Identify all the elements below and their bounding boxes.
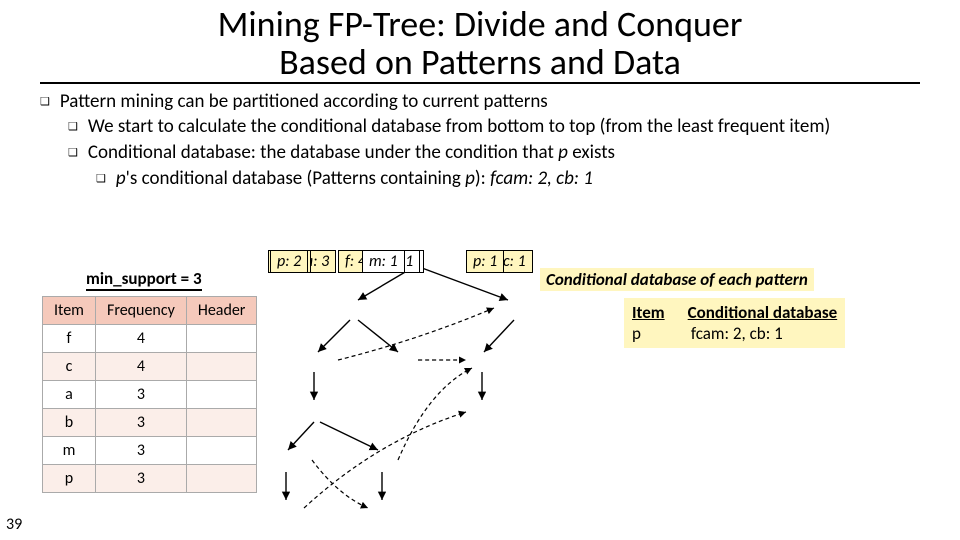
bullet-2: ❑Conditional database: the database unde… — [96, 141, 920, 165]
table-row: a3 — [43, 381, 257, 409]
bullet-3: ❑p's conditional database (Patterns cont… — [124, 167, 920, 191]
cond-db-table: Item Conditional database p fcam: 2, cb:… — [624, 298, 845, 348]
cond-col-item: Item — [632, 302, 665, 323]
col-header: Header — [186, 297, 257, 325]
tree-edges — [258, 250, 618, 540]
fp-tree: {} f: 4 c: 1 c: 3 b: 1 b: 1 a: 3 p: 1 m:… — [258, 250, 618, 540]
cond-row-item: p — [632, 323, 641, 344]
col-freq: Frequency — [95, 297, 186, 325]
page-number: 39 — [6, 515, 22, 534]
cond-col-db: Conditional database — [688, 302, 838, 323]
col-item: Item — [43, 297, 96, 325]
node-m1: m: 1 — [362, 250, 405, 273]
table-row: f4 — [43, 325, 257, 353]
bullet-1: ❑We start to calculate the conditional d… — [96, 115, 920, 139]
title-line2: Based on Patterns and Data — [279, 40, 681, 84]
table-row: c4 — [43, 353, 257, 381]
table-row: m3 — [43, 437, 257, 465]
body-text: ❑Pattern mining can be partitioned accor… — [0, 90, 960, 191]
slide-title: Mining FP-Tree: Divide and Conquer Based… — [0, 0, 960, 82]
cond-db-title: Conditional database of each pattern — [540, 268, 814, 291]
table-row: p3 — [43, 465, 257, 493]
min-support-label: min_support = 3 — [86, 268, 202, 291]
node-p2: p: 2 — [270, 250, 308, 273]
table-row: b3 — [43, 409, 257, 437]
frequency-table: ItemFrequencyHeader f4 c4 a3 b3 m3 p3 — [42, 296, 257, 493]
node-p1: p: 1 — [466, 250, 504, 273]
bullet-0: ❑Pattern mining can be partitioned accor… — [58, 90, 920, 114]
cond-row-val: fcam: 2, cb: 1 — [691, 323, 783, 344]
